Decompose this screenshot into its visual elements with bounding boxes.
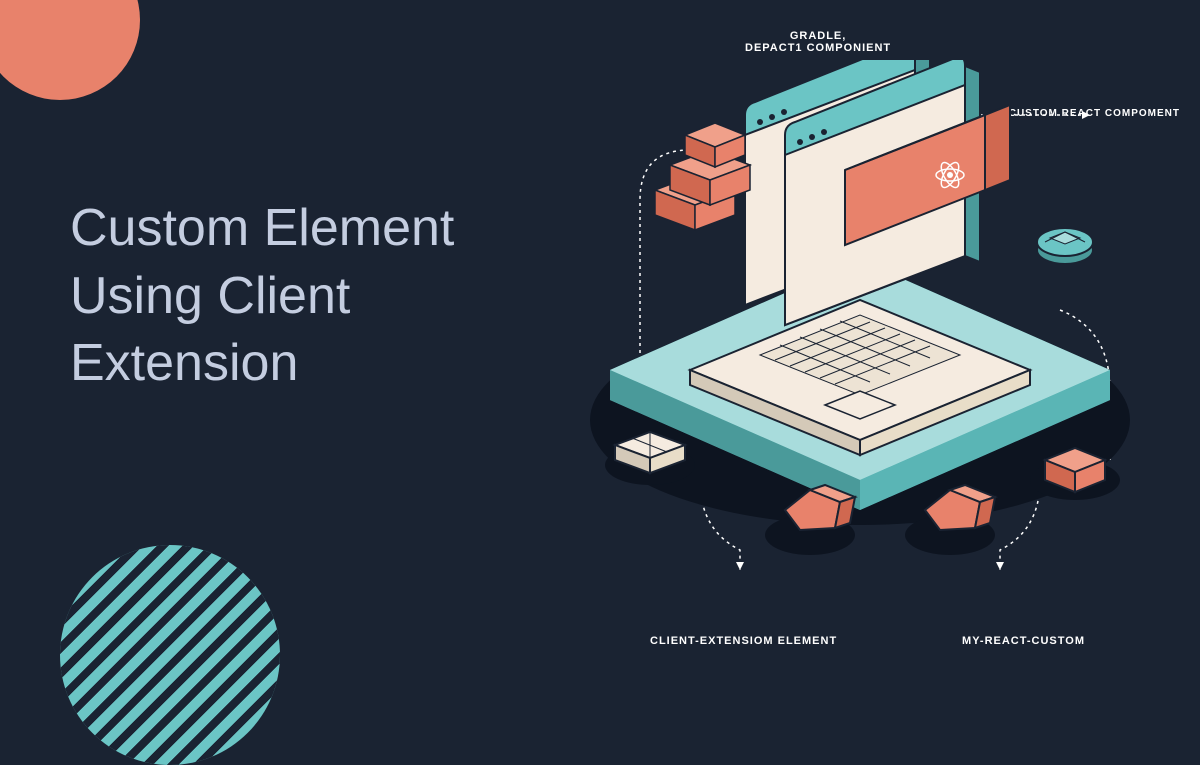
isometric-illustration xyxy=(550,60,1150,610)
decoration-striped-circle-bottom-left xyxy=(60,545,280,765)
isometric-diagram: GRADLE, DEPACT1 COMPONIENT CUSTOM REACT … xyxy=(500,0,1200,675)
label-gradle-component: GRADLE, DEPACT1 COMPONIENT xyxy=(745,30,891,54)
gem-icon xyxy=(1037,228,1093,264)
label-client-extension-element: CLIENT-EXTENSIOM ELEMENT xyxy=(650,635,837,647)
gradle-boxes-icon xyxy=(655,123,750,230)
page-title: Custom Element Using Client Extension xyxy=(70,195,520,398)
label-my-react-custom: MY-REACT-CUSTOM xyxy=(962,635,1085,647)
decoration-circle-top-left xyxy=(0,0,140,100)
